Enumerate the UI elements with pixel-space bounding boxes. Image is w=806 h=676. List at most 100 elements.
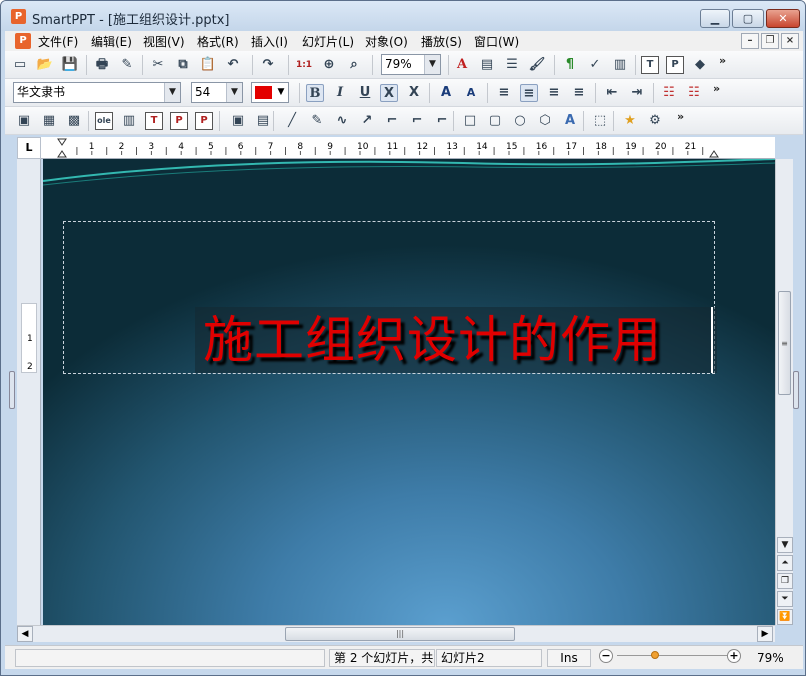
menu-slide[interactable]: 幻灯片(L) (302, 33, 354, 50)
next-slide-icon[interactable]: ⏷ (777, 591, 793, 607)
zoom-fit-icon[interactable]: ⊕ (320, 56, 338, 74)
curved-connector-icon[interactable]: ⌐ (433, 112, 451, 130)
table-icon[interactable]: ▦ (40, 112, 58, 130)
doc-restore-button[interactable]: ❐ (761, 33, 779, 49)
zoom-slider-knob[interactable] (651, 651, 659, 659)
slide-canvas[interactable]: 施工组织设计的作用 (43, 159, 775, 625)
picture-frame-icon[interactable]: P (170, 112, 188, 130)
menu-edit[interactable]: 编辑(E) (91, 33, 132, 50)
maximize-button[interactable]: ▢ (732, 9, 764, 28)
rounded-rectangle-icon[interactable]: ▢ (486, 112, 504, 130)
strikethrough-button[interactable]: X (380, 84, 398, 102)
print-icon[interactable]: 🖶 (93, 56, 111, 74)
grow-font-button[interactable]: A (437, 84, 455, 102)
horizontal-ruler[interactable]: 1 2 3 4 5 6 7 8 9 10 11 12 13 14 15 16 17 18 19 20 21 (41, 137, 775, 159)
font-color-a-icon[interactable]: A (453, 56, 471, 74)
redo-icon[interactable]: ↷ (259, 56, 277, 74)
numbered-list-button[interactable]: ☷ (685, 84, 703, 102)
tab-stop-selector[interactable]: L (17, 137, 41, 159)
scroll-right-arrow-icon[interactable]: ▶ (757, 626, 773, 642)
zoom-in-button[interactable]: + (727, 649, 741, 663)
doc-minimize-button[interactable]: – (741, 33, 759, 49)
paste-icon[interactable]: 📋 (199, 56, 217, 74)
magnifier-icon[interactable]: ⌕ (345, 56, 363, 74)
cut-icon[interactable]: ✂ (149, 56, 167, 74)
zoom-combo[interactable]: 79% ▼ (381, 54, 441, 75)
zoom-slider-track[interactable] (617, 655, 735, 656)
slide-frame-icon[interactable]: ▣ (15, 112, 33, 130)
picture-icon[interactable]: ▩ (65, 112, 83, 130)
pencil-icon[interactable]: ✎ (308, 112, 326, 130)
new-icon[interactable]: ▭ (11, 56, 29, 74)
group-icon[interactable]: ▣ (229, 112, 247, 130)
star-icon[interactable]: ★ (621, 112, 639, 130)
toolbar2-more-icon[interactable]: » (713, 82, 720, 95)
minimize-button[interactable]: ▁ (700, 9, 730, 28)
menu-window[interactable]: 窗口(W) (474, 33, 519, 50)
previous-slide-icon[interactable]: ⏶ (777, 555, 793, 571)
copy-icon[interactable]: ⧉ (174, 56, 192, 74)
slide-title-text[interactable]: 施工组织设计的作用 (203, 309, 662, 371)
vertical-scroll-thumb[interactable]: ≡ (778, 291, 791, 395)
align-center-button[interactable]: ≡ (520, 84, 538, 102)
line-icon[interactable]: ╱ (283, 112, 301, 130)
font-color-combo[interactable]: ▼ (251, 82, 289, 103)
menu-play[interactable]: 播放(S) (421, 33, 462, 50)
indent-button[interactable]: ⇥ (628, 84, 646, 102)
open-icon[interactable]: 📂 (36, 56, 54, 74)
vertical-scrollbar[interactable]: ≡ ▼ ⏶ ❐ ⏷ ⏬ (775, 159, 793, 625)
vertical-ruler[interactable]: 1 2 (17, 159, 41, 625)
justify-button[interactable]: ≡ (570, 84, 588, 102)
insert-text-icon[interactable]: ▤ (478, 56, 496, 74)
text-frame-icon[interactable]: T (145, 112, 163, 130)
paragraph-mark-icon[interactable]: ¶ (561, 56, 579, 74)
rectangle-icon[interactable]: □ (461, 112, 479, 130)
curve-icon[interactable]: ∿ (333, 112, 351, 130)
chevron-down-icon[interactable]: ▼ (164, 83, 180, 102)
layers-icon[interactable]: ◆ (691, 56, 709, 74)
list-icon[interactable]: ☰ (503, 56, 521, 74)
frame-p-icon[interactable]: P (666, 56, 684, 74)
menu-file[interactable]: 文件(F) (38, 33, 78, 50)
chevron-down-icon[interactable]: ▼ (226, 83, 242, 102)
stats-icon[interactable]: ▥ (611, 56, 629, 74)
actual-size-icon[interactable]: 1:1 (295, 56, 313, 74)
format-painter-icon[interactable]: 🖌 (528, 56, 546, 74)
chevron-down-icon[interactable]: ▼ (424, 55, 440, 74)
wordart-icon[interactable]: A (561, 112, 579, 130)
right-panel-grip[interactable] (793, 371, 799, 409)
document-icon[interactable]: P (15, 33, 31, 49)
menu-insert[interactable]: 插入(I) (251, 33, 288, 50)
ole-object-icon[interactable]: ole (95, 112, 113, 130)
align-left-button[interactable]: ≡ (495, 84, 513, 102)
toolbar1-more-icon[interactable]: » (719, 54, 726, 67)
toolbar3-more-icon[interactable]: » (677, 110, 684, 123)
arrow-icon[interactable]: ↗ (358, 112, 376, 130)
save-icon[interactable]: 💾 (61, 56, 79, 74)
last-slide-icon[interactable]: ⏬ (777, 609, 793, 625)
select-frame-icon[interactable]: ⬚ (591, 112, 609, 130)
slide-list-icon[interactable]: ❐ (777, 573, 793, 589)
scroll-down-arrow-icon[interactable]: ▼ (777, 537, 793, 553)
shrink-font-button[interactable]: A (462, 84, 480, 102)
menu-object[interactable]: 对象(O) (365, 33, 408, 50)
doc-close-button[interactable]: × (781, 33, 799, 49)
tools-icon[interactable]: ⚙ (646, 112, 664, 130)
spellcheck-icon[interactable]: ✓ (586, 56, 604, 74)
scroll-left-arrow-icon[interactable]: ◀ (17, 626, 33, 642)
bullet-list-button[interactable]: ☷ (660, 84, 678, 102)
underline-button[interactable]: U (356, 84, 374, 102)
chart-icon[interactable]: ▥ (120, 112, 138, 130)
ellipse-icon[interactable]: ○ (511, 112, 529, 130)
chevron-down-icon[interactable]: ▼ (274, 83, 288, 102)
close-button[interactable]: ✕ (766, 9, 800, 28)
horizontal-scrollbar[interactable]: ◀ ||| ▶ (17, 625, 775, 642)
clear-format-button[interactable]: X (405, 84, 423, 102)
horizontal-scroll-thumb[interactable]: ||| (285, 627, 515, 641)
connector-icon[interactable]: ⌐ (383, 112, 401, 130)
frame-t-icon[interactable]: T (641, 56, 659, 74)
font-size-combo[interactable]: 54 ▼ (191, 82, 243, 103)
align-right-button[interactable]: ≡ (545, 84, 563, 102)
menu-view[interactable]: 视图(V) (143, 33, 185, 50)
undo-icon[interactable]: ↶ (224, 56, 242, 74)
